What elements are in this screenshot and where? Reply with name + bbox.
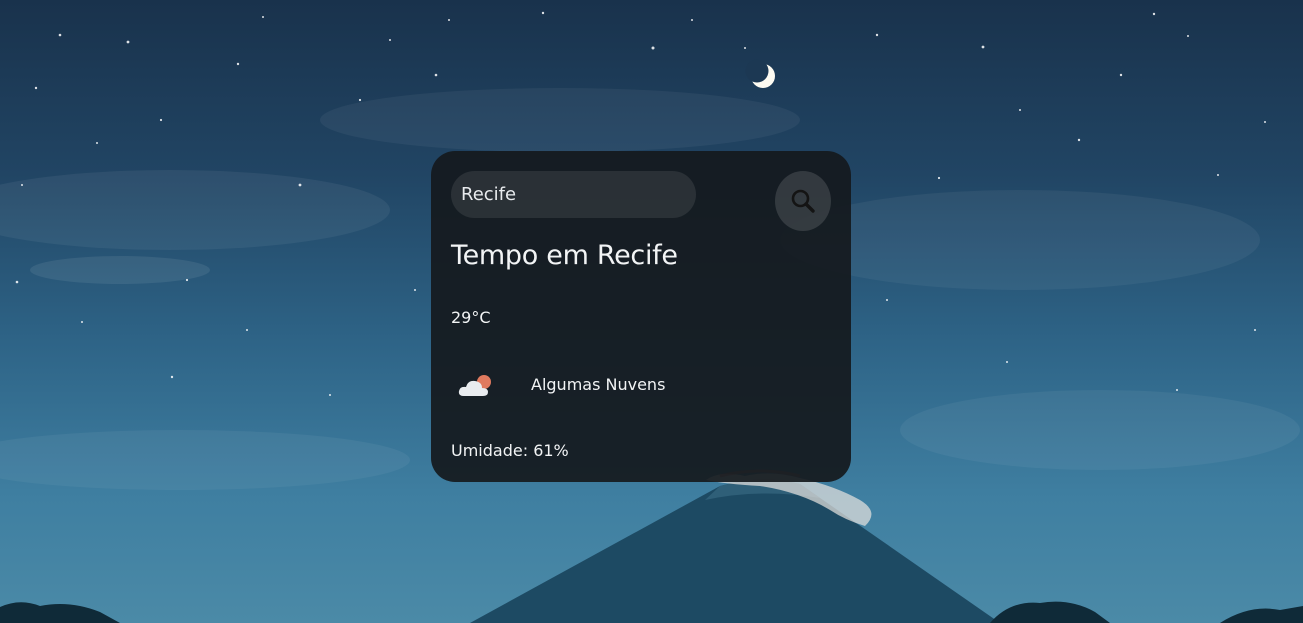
search-icon <box>791 189 815 213</box>
humidity-info: Umidade: 61% <box>451 441 569 460</box>
humidity-value: 61% <box>533 441 569 460</box>
weather-card: Tempo em Recife 29°C Algumas Nuvens Umid… <box>431 151 851 482</box>
partly-cloudy-icon <box>458 375 491 396</box>
city-title: Tempo em Recife <box>451 240 678 271</box>
weather-description: Algumas Nuvens <box>531 375 666 394</box>
humidity-label: Umidade: <box>451 441 529 460</box>
search-button[interactable] <box>775 171 831 231</box>
city-search-input[interactable] <box>451 171 696 218</box>
temperature-value: 29°C <box>451 308 491 327</box>
